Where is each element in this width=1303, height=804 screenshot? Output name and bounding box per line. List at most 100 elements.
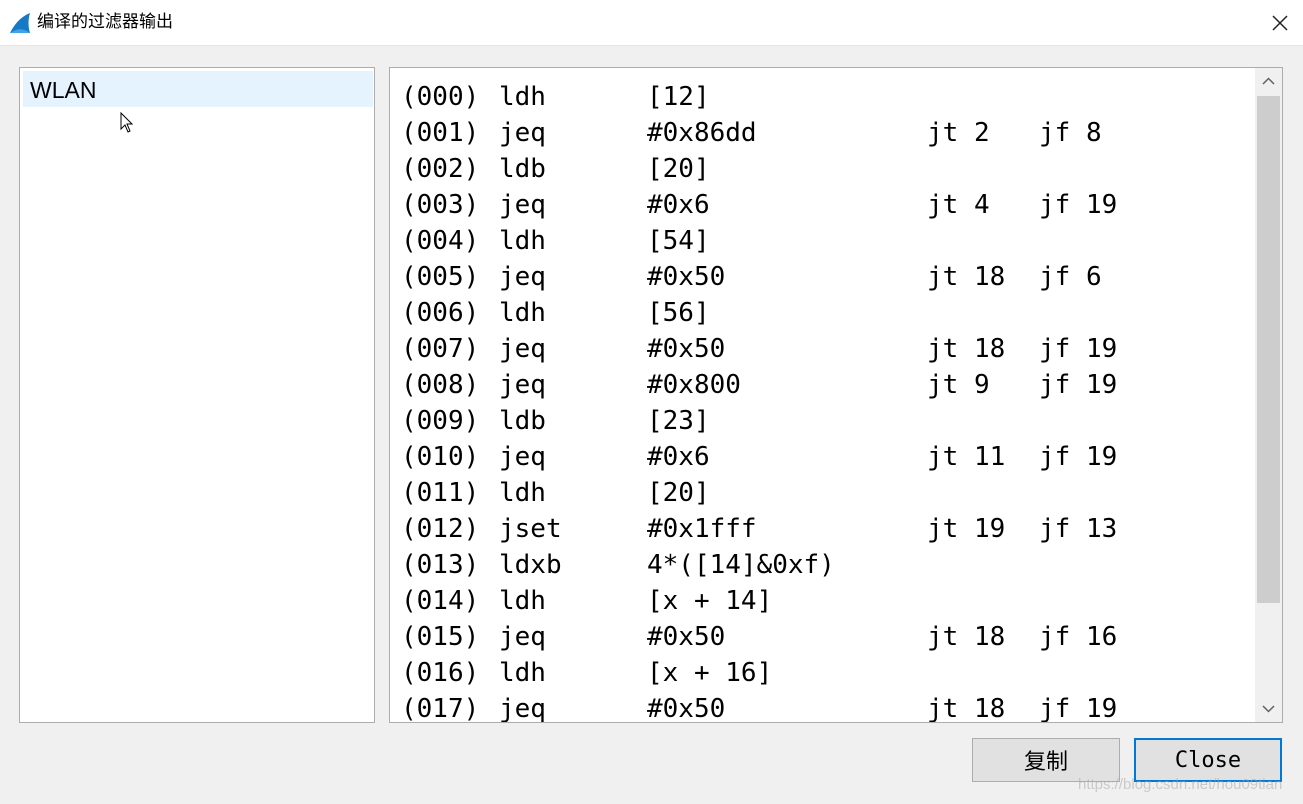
code-line-index: (013) [401, 550, 480, 580]
code-line-operand: #0x50 [647, 694, 726, 723]
close-window-icon[interactable] [1262, 8, 1298, 38]
code-line: (005) jeq #0x50 jt 18 jf 6 [401, 259, 1252, 295]
code-line-opcode: jeq [499, 190, 546, 220]
code-line-index: (014) [401, 586, 480, 616]
code-line-jump-true: jt 2 [927, 118, 990, 148]
code-line-jump-false: jf 8 [1039, 118, 1102, 148]
code-line-opcode: jeq [499, 262, 546, 292]
code-line-jump-false: jf 19 [1039, 334, 1118, 364]
scrollbar-thumb[interactable] [1257, 96, 1280, 603]
code-line-index: (002) [401, 154, 480, 184]
code-line-index: (008) [401, 370, 480, 400]
code-line-index: (000) [401, 82, 480, 112]
code-line-opcode: jeq [499, 622, 546, 652]
code-line-operand: #0x6 [647, 190, 710, 220]
code-line: (003) jeq #0x6 jt 4 jf 19 [401, 187, 1252, 223]
code-line-operand: [54] [647, 226, 710, 256]
code-line-index: (001) [401, 118, 480, 148]
code-line-jump-false: jf 19 [1039, 694, 1118, 723]
mouse-pointer-icon [120, 111, 134, 134]
code-line: (010) jeq #0x6 jt 11 jf 19 [401, 439, 1252, 475]
code-line-index: (017) [401, 694, 480, 723]
code-line-opcode: ldb [499, 154, 546, 184]
code-line-index: (009) [401, 406, 480, 436]
code-line-operand: #0x50 [647, 262, 726, 292]
code-line: (011) ldh [20] [401, 475, 1252, 511]
code-lines: (000) ldh [12] (001) jeq #0x86dd jt 2 jf 8 (002)… [401, 79, 1252, 723]
code-line-opcode: jeq [499, 442, 546, 472]
scroll-up-icon[interactable] [1255, 68, 1282, 95]
code-line-operand: #0x50 [647, 334, 726, 364]
vertical-scrollbar[interactable] [1255, 68, 1282, 722]
interface-list: WLAN [19, 67, 375, 723]
code-line-jump-false: jf 6 [1039, 262, 1102, 292]
code-line-opcode: ldh [499, 298, 546, 328]
code-line: (012) jset #0x1fff jt 19 jf 13 [401, 511, 1252, 547]
code-line-jump-false: jf 13 [1039, 514, 1118, 544]
scroll-down-icon[interactable] [1255, 695, 1282, 722]
code-line-jump-true: jt 19 [927, 514, 1006, 544]
code-line: (016) ldh [x + 16] [401, 655, 1252, 691]
code-line-index: (011) [401, 478, 480, 508]
code-line: (004) ldh [54] [401, 223, 1252, 259]
code-line-opcode: ldh [499, 226, 546, 256]
code-line-opcode: ldh [499, 82, 546, 112]
code-line-jump-false: jf 19 [1039, 190, 1118, 220]
code-line-operand: #0x50 [647, 622, 726, 652]
code-line-jump-true: jt 9 [927, 370, 990, 400]
code-line-index: (005) [401, 262, 480, 292]
code-line-index: (003) [401, 190, 480, 220]
code-line-jump-false: jf 16 [1039, 622, 1118, 652]
code-line-index: (012) [401, 514, 480, 544]
code-line-operand: [x + 16] [647, 658, 773, 688]
code-line: (017) jeq #0x50 jt 18 jf 19 [401, 691, 1252, 723]
code-line-operand: 4*([14]&0xf) [647, 550, 835, 580]
interface-item-wlan[interactable]: WLAN [23, 71, 373, 107]
code-line: (006) ldh [56] [401, 295, 1252, 331]
code-line-opcode: jset [499, 514, 562, 544]
code-line-index: (016) [401, 658, 480, 688]
code-line: (009) ldb [23] [401, 403, 1252, 439]
code-line-index: (007) [401, 334, 480, 364]
wireshark-fin-icon [8, 11, 32, 35]
code-line-operand: [12] [647, 82, 710, 112]
code-line-index: (015) [401, 622, 480, 652]
code-line-opcode: jeq [499, 370, 546, 400]
code-line-opcode: jeq [499, 118, 546, 148]
code-line-operand: #0x86dd [647, 118, 757, 148]
code-line-operand: #0x6 [647, 442, 710, 472]
code-line: (001) jeq #0x86dd jt 2 jf 8 [401, 115, 1252, 151]
code-line-opcode: ldh [499, 478, 546, 508]
code-line: (008) jeq #0x800 jt 9 jf 19 [401, 367, 1252, 403]
watermark-text: https://blog.csdn.net/hou09tian [1078, 776, 1283, 793]
code-line-operand: [56] [647, 298, 710, 328]
code-line-index: (004) [401, 226, 480, 256]
code-line-jump-false: jf 19 [1039, 370, 1118, 400]
code-line-jump-true: jt 18 [927, 622, 1006, 652]
code-line-jump-true: jt 11 [927, 442, 1006, 472]
code-line-operand: [23] [647, 406, 710, 436]
code-line: (000) ldh [12] [401, 79, 1252, 115]
code-line-opcode: jeq [499, 694, 546, 723]
code-line-operand: [x + 14] [647, 586, 773, 616]
filter-code-view[interactable]: (000) ldh [12] (001) jeq #0x86dd jt 2 jf 8 (002)… [389, 67, 1283, 723]
code-line: (015) jeq #0x50 jt 18 jf 16 [401, 619, 1252, 655]
code-line: (002) ldb [20] [401, 151, 1252, 187]
code-line-jump-true: jt 18 [927, 262, 1006, 292]
code-line-jump-true: jt 18 [927, 334, 1006, 364]
code-line-jump-true: jt 4 [927, 190, 990, 220]
code-line: (014) ldh [x + 14] [401, 583, 1252, 619]
interface-item-label: WLAN [30, 77, 97, 103]
code-line-operand: [20] [647, 154, 710, 184]
code-line-opcode: jeq [499, 334, 546, 364]
code-line-operand: #0x800 [647, 370, 741, 400]
code-line-index: (010) [401, 442, 480, 472]
code-line: (013) ldxb 4*([14]&0xf) [401, 547, 1252, 583]
window-title: 编译的过滤器输出 [37, 12, 173, 32]
code-line-opcode: ldb [499, 406, 546, 436]
code-line: (007) jeq #0x50 jt 18 jf 19 [401, 331, 1252, 367]
code-line-opcode: ldxb [499, 550, 562, 580]
code-line-opcode: ldh [499, 658, 546, 688]
code-line-operand: #0x1fff [647, 514, 757, 544]
code-line-operand: [20] [647, 478, 710, 508]
